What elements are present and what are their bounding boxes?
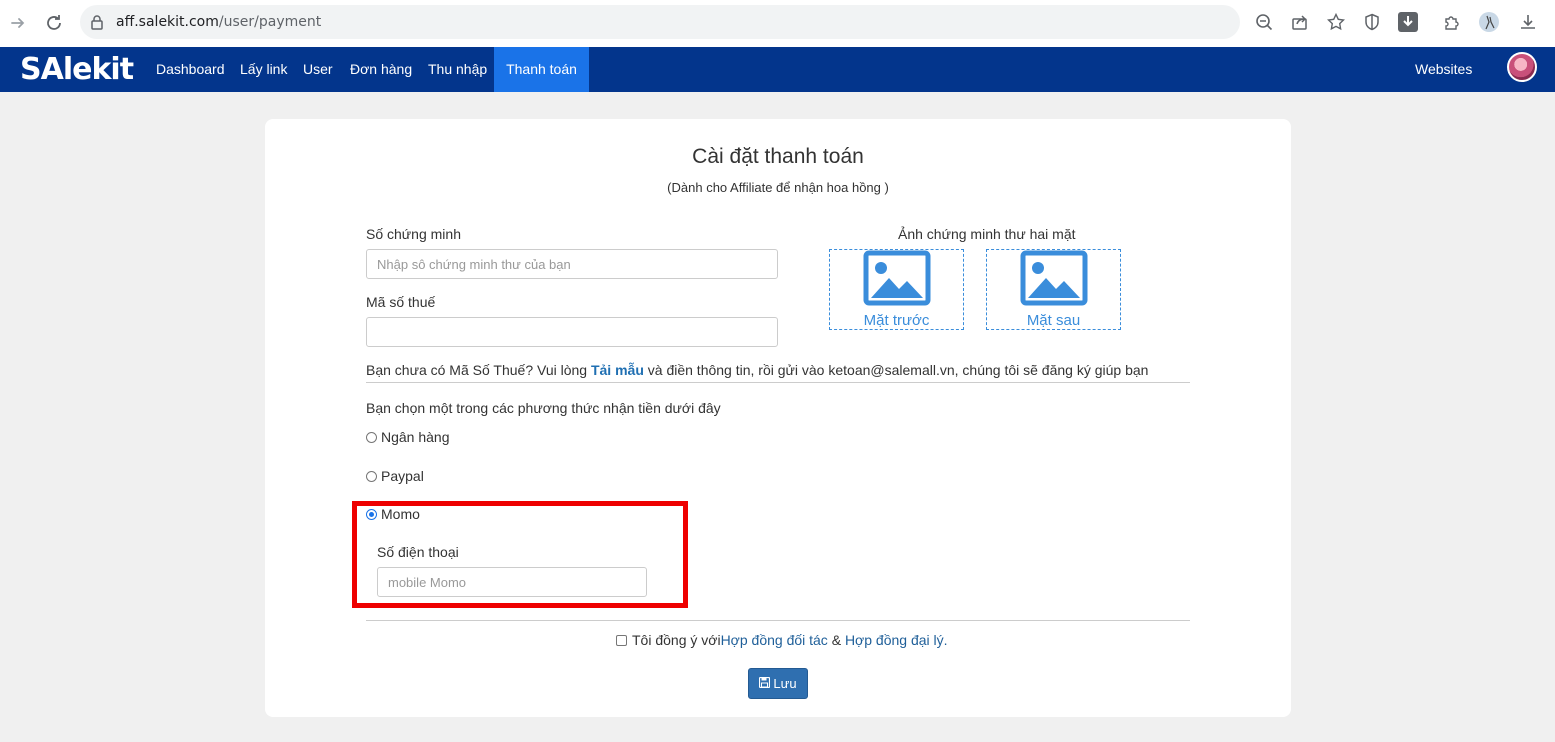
agree-checkbox[interactable] [616,634,627,646]
method-bank-radio[interactable] [366,431,377,443]
partner-contract-link[interactable]: Hợp đồng đối tác [721,632,828,648]
tax-hint-text: Bạn chưa có Mã Số Thuế? Vui lòng [366,362,591,378]
address-bar[interactable]: aff.salekit.com/user/payment [80,5,1240,39]
download-extension-icon[interactable] [1397,11,1419,33]
tax-hint: Bạn chưa có Mã Số Thuế? Vui lòng Tải mẫu… [366,362,1190,383]
share-icon[interactable] [1289,11,1311,33]
save-label: Lưu [773,676,797,691]
reload-icon[interactable] [42,11,66,35]
nav-websites[interactable]: Websites [1415,47,1472,92]
tax-code-label: Mã số thuế [366,294,436,310]
method-paypal-label: Paypal [381,468,424,484]
nav-thanh-toan[interactable]: Thanh toán [494,47,589,92]
browser-toolbar: aff.salekit.com/user/payment [0,0,1555,47]
id-number-input[interactable] [366,249,778,279]
lock-icon [90,14,104,33]
download-template-link[interactable]: Tải mẫu [591,362,644,378]
id-front-caption: Mặt trước [863,312,930,329]
page-title: Cài đặt thanh toán [692,145,864,168]
nav-user[interactable]: User [303,47,333,92]
payment-method-label: Bạn chọn một trong các phương thức nhận … [366,400,721,416]
method-bank-option[interactable]: Ngân hàng [366,429,450,445]
method-paypal-radio[interactable] [366,470,377,482]
zoom-out-icon[interactable] [1253,11,1275,33]
url-host: aff.salekit.com [116,14,219,30]
tax-code-input[interactable] [366,317,778,347]
url-path: /user/payment [218,14,322,30]
forward-icon[interactable] [6,11,30,35]
agent-contract-link[interactable]: Hợp đồng đại lý [845,632,944,648]
agreement-row: Tôi đồng ý với Hợp đồng đối tác & Hợp đồ… [616,632,948,648]
shield-icon[interactable] [1361,11,1383,33]
url-text: aff.salekit.com/user/payment [116,14,321,30]
save-button[interactable]: Lưu [748,668,808,699]
method-bank-label: Ngân hàng [381,429,450,445]
divider [366,620,1190,621]
method-paypal-option[interactable]: Paypal [366,468,424,484]
nav-thu-nhap[interactable]: Thu nhập [428,47,487,92]
floppy-disk-icon [759,676,771,691]
agree-end: . [943,632,948,648]
brand-logo[interactable]: SAlekit [20,51,134,87]
nav-lay-link[interactable]: Lấy link [240,47,287,92]
agree-text: Tôi đồng ý với [632,632,721,648]
id-front-upload[interactable]: Mặt trước [829,249,964,330]
page-subtitle: (Dành cho Affiliate để nhận hoa hồng ) [667,180,889,195]
payment-settings-card: Cài đặt thanh toán (Dành cho Affiliate đ… [265,119,1291,717]
id-back-upload[interactable]: Mặt sau [986,249,1121,330]
extensions-puzzle-icon[interactable] [1441,11,1463,33]
site-navbar: SAlekit Dashboard Lấy link User Đơn hàng… [0,47,1555,92]
id-back-caption: Mặt sau [1026,312,1081,329]
nav-dashboard[interactable]: Dashboard [156,47,225,92]
user-avatar[interactable] [1507,52,1537,82]
downloads-icon[interactable] [1517,11,1539,33]
agree-and: & [827,632,845,648]
tax-hint-text-end: và điền thông tin, rồi gửi vào ketoan@sa… [643,362,1149,378]
momo-phone-input[interactable] [377,567,647,597]
image-placeholder-icon [863,250,931,306]
phone-label: Số điện thoại [377,544,459,560]
method-momo-radio[interactable] [366,508,377,520]
id-photo-label: Ảnh chứng minh thư hai mặt [898,226,1076,242]
nav-don-hang[interactable]: Đơn hàng [350,47,412,92]
image-placeholder-icon [1020,250,1088,306]
method-momo-label: Momo [381,506,420,522]
id-number-label: Số chứng minh [366,226,461,242]
brand-text: SAlekit [20,51,134,87]
profile-icon[interactable] [1478,11,1500,33]
star-icon[interactable] [1325,11,1347,33]
method-momo-option[interactable]: Momo [366,506,420,522]
